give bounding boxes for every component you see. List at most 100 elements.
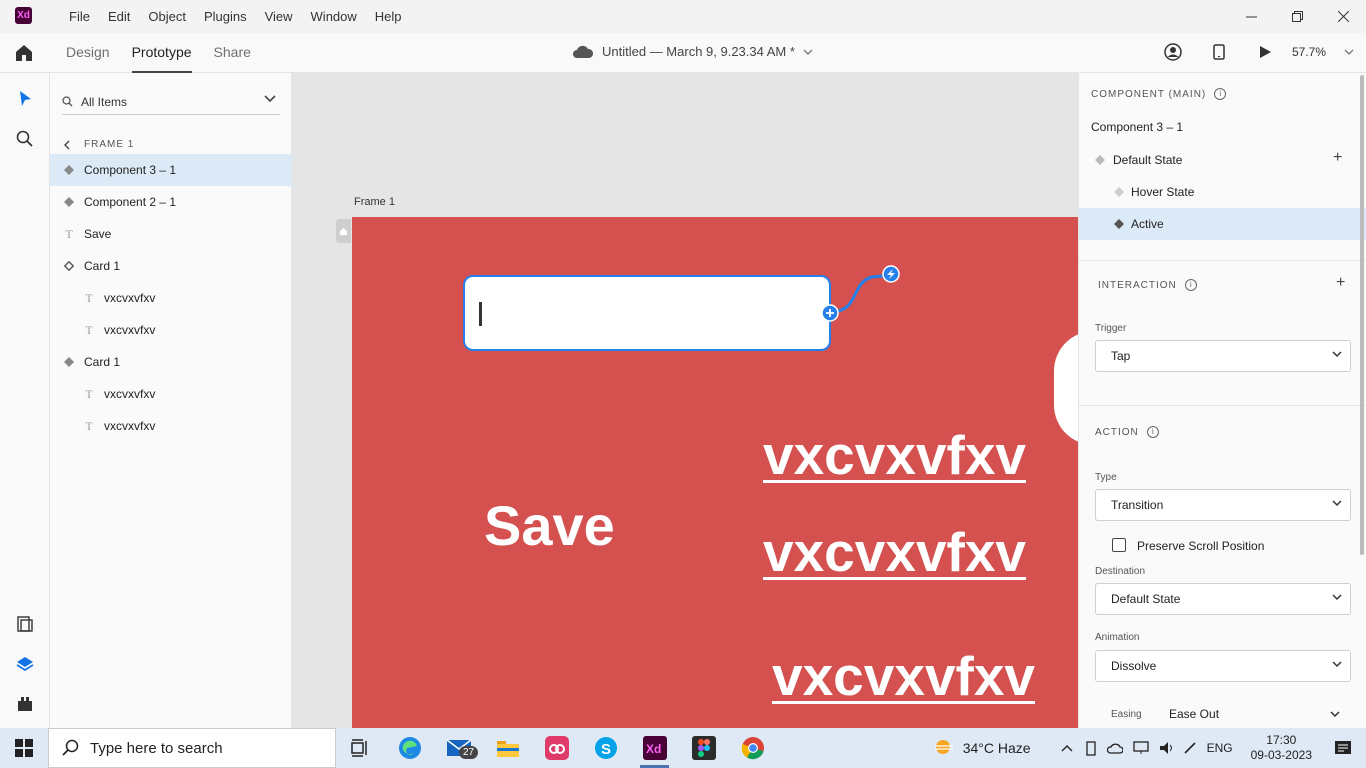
edge-app[interactable] — [385, 728, 434, 768]
figma-app[interactable] — [679, 728, 728, 768]
component-main-icon — [62, 357, 76, 367]
device-preview-icon[interactable] — [1196, 44, 1242, 60]
layer-item[interactable]: T Save — [50, 218, 292, 250]
trigger-dropdown[interactable]: Tap — [1095, 340, 1351, 372]
tab-prototype[interactable]: Prototype — [131, 33, 192, 73]
layer-item[interactable]: Card 1 — [50, 250, 292, 282]
chrome-icon — [741, 737, 764, 760]
battery-saver-icon[interactable] — [1085, 740, 1097, 756]
chevron-left-icon[interactable] — [64, 140, 70, 150]
taskbar-search-placeholder: Type here to search — [90, 739, 223, 757]
inspector-scrollbar[interactable] — [1360, 75, 1364, 555]
action-type-dropdown[interactable]: Transition — [1095, 489, 1351, 521]
chrome-app[interactable] — [728, 728, 777, 768]
language-indicator[interactable]: ENG — [1207, 741, 1233, 755]
start-button[interactable] — [0, 728, 48, 768]
card-component[interactable] — [1054, 331, 1078, 445]
notifications-icon[interactable] — [1334, 740, 1352, 756]
mail-app[interactable]: 27 — [434, 728, 483, 768]
clock[interactable]: 17:30 09-03-2023 — [1251, 733, 1312, 763]
save-label[interactable]: Save — [484, 493, 615, 558]
easing-label: Easing — [1111, 709, 1142, 720]
mail-badge: 27 — [459, 746, 479, 759]
layer-item[interactable]: Tvxcvxvfxv — [50, 314, 292, 346]
document-title-text: Untitled — March 9, 9.23.34 AM * — [602, 44, 795, 59]
menu-view[interactable]: View — [256, 0, 302, 33]
task-view-button[interactable] — [336, 728, 385, 768]
canvas-text-2[interactable]: vxcvxvfxv — [763, 520, 1026, 584]
layer-item[interactable]: Card 1 — [50, 346, 292, 378]
interaction-section-label: INTERACTION — [1098, 279, 1177, 291]
destination-dropdown[interactable]: Default State — [1095, 583, 1351, 615]
menu-help[interactable]: Help — [366, 0, 411, 33]
animation-value: Dissolve — [1111, 659, 1157, 673]
interaction-wire[interactable] — [820, 255, 910, 335]
menu-file[interactable]: File — [60, 0, 99, 33]
adobe-xd-app[interactable]: Xd — [630, 728, 679, 768]
creative-cloud-app[interactable] — [532, 728, 581, 768]
chevron-down-icon[interactable] — [1330, 711, 1340, 718]
layer-item[interactable]: Tvxcvxvfxv — [50, 282, 292, 314]
network-icon[interactable] — [1132, 741, 1149, 755]
easing-value[interactable]: Ease Out — [1169, 707, 1219, 721]
menu-plugins[interactable]: Plugins — [195, 0, 256, 33]
layer-item-label: vxcvxvfxv — [104, 387, 156, 401]
zoom-chevron-icon[interactable] — [1344, 49, 1354, 55]
plugins-icon[interactable] — [15, 694, 35, 714]
artboard-frame-1[interactable]: Save vxcvxvfxv vxcvxvfxv vxcvxvfxv — [352, 217, 1078, 728]
state-default[interactable]: Default State + — [1079, 144, 1366, 176]
artboard-name[interactable]: Frame 1 — [354, 196, 395, 208]
home-artboard-marker[interactable] — [336, 219, 351, 243]
home-icon[interactable] — [14, 43, 34, 63]
animation-dropdown[interactable]: Dissolve — [1095, 650, 1351, 682]
volume-icon[interactable] — [1159, 741, 1175, 755]
weather-icon[interactable] — [933, 738, 955, 758]
zoom-tool-icon[interactable] — [15, 129, 35, 149]
restore-button[interactable] — [1274, 0, 1320, 33]
minimize-button[interactable] — [1228, 0, 1274, 33]
menu-edit[interactable]: Edit — [99, 0, 139, 33]
chevron-down-icon — [1332, 500, 1342, 507]
info-icon[interactable]: i — [1184, 279, 1197, 291]
layer-item[interactable]: Tvxcvxvfxv — [50, 410, 292, 442]
close-button[interactable] — [1320, 0, 1366, 33]
select-tool-icon[interactable] — [15, 89, 35, 109]
menu-object[interactable]: Object — [139, 0, 195, 33]
share-user-icon[interactable] — [1150, 43, 1196, 61]
file-explorer-app[interactable] — [483, 728, 532, 768]
canvas-text-3[interactable]: vxcvxvfxv — [772, 644, 1035, 708]
layers-filter-dropdown[interactable]: All Items — [62, 89, 280, 115]
taskbar-search[interactable]: Type here to search — [48, 728, 336, 768]
weather-text[interactable]: 34°C Haze — [963, 740, 1031, 756]
component-text-input[interactable] — [463, 275, 831, 351]
play-preview-icon[interactable] — [1242, 45, 1288, 59]
tab-share[interactable]: Share — [214, 33, 251, 73]
document-title[interactable]: Untitled — March 9, 9.23.34 AM * — [572, 33, 813, 71]
add-interaction-button[interactable]: + — [1336, 274, 1345, 292]
system-tray: 34°C Haze ENG 17:30 09-03-2023 — [933, 728, 1366, 768]
canvas-text-1[interactable]: vxcvxvfxv — [763, 423, 1026, 487]
layer-item-label: Save — [84, 227, 112, 241]
pen-icon[interactable] — [1183, 741, 1197, 755]
layers-breadcrumb[interactable]: FRAME 1 — [64, 139, 134, 150]
layers-icon[interactable] — [15, 654, 35, 674]
component-name[interactable]: Component 3 – 1 — [1091, 120, 1183, 134]
chevron-up-icon[interactable] — [1061, 744, 1073, 752]
action-type-value: Transition — [1111, 498, 1164, 512]
menu-window[interactable]: Window — [302, 0, 366, 33]
state-hover[interactable]: Hover State — [1079, 176, 1366, 208]
add-state-icon[interactable]: + — [1333, 149, 1342, 167]
skype-app[interactable]: S — [581, 728, 630, 768]
zoom-level[interactable]: 57.7% — [1292, 45, 1326, 59]
layer-item[interactable]: Tvxcvxvfxv — [50, 378, 292, 410]
info-icon[interactable]: i — [1146, 426, 1159, 438]
tab-design[interactable]: Design — [66, 33, 110, 73]
design-canvas[interactable]: Frame 1 Save vxcvxvfxv vxcvxvfxv vxcvxvf… — [292, 73, 1078, 728]
state-active[interactable]: Active — [1079, 208, 1366, 240]
preserve-scroll-checkbox[interactable] — [1112, 538, 1126, 552]
layer-item[interactable]: Component 3 – 1 — [50, 154, 292, 186]
onedrive-icon[interactable] — [1106, 742, 1123, 754]
info-icon[interactable]: i — [1214, 88, 1227, 100]
document-assets-icon[interactable] — [15, 614, 35, 634]
layer-item[interactable]: Component 2 – 1 — [50, 186, 292, 218]
